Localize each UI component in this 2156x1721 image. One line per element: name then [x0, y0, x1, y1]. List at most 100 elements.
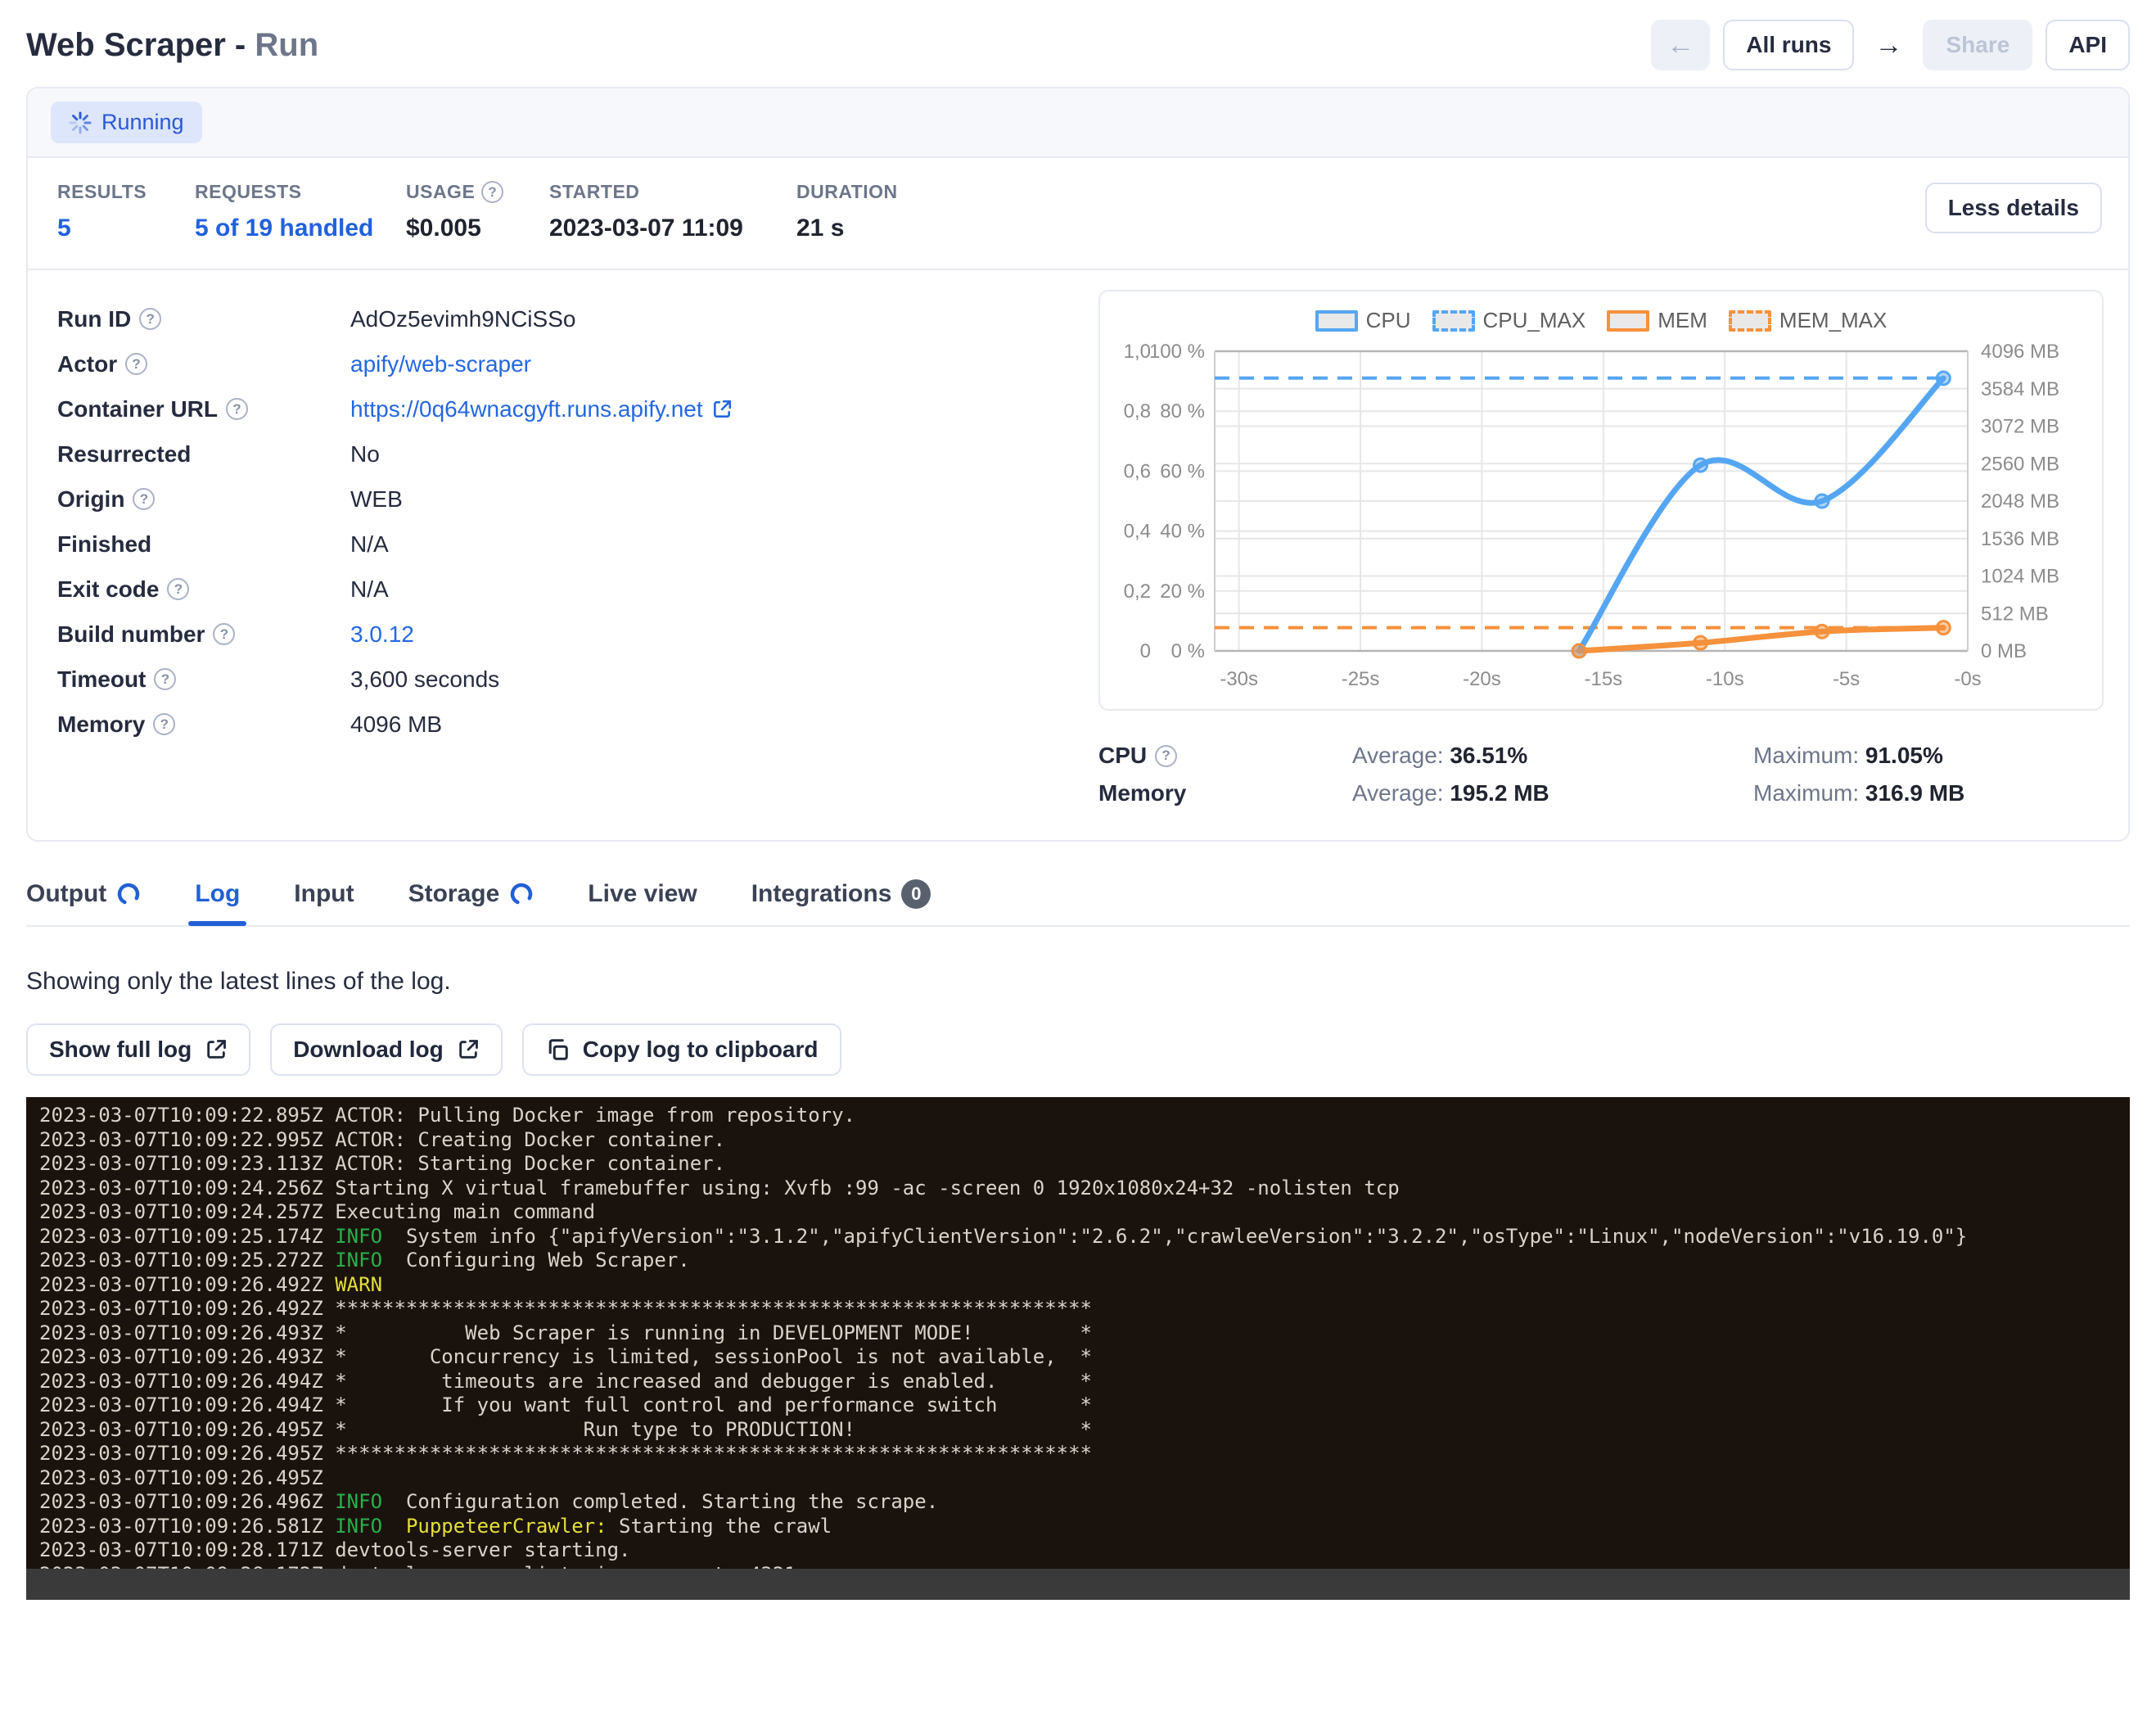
tab-live-view[interactable]: Live view: [588, 880, 697, 924]
help-icon[interactable]: ?: [167, 578, 189, 600]
svg-text:0,8: 0,8: [1124, 400, 1151, 422]
topbar-actions: ← All runs → Share API: [1651, 20, 2130, 70]
stat-label: USAGE?: [406, 181, 549, 203]
detail-label-text: Origin: [57, 486, 124, 513]
detail-value-link[interactable]: apify/web-scraper: [350, 351, 531, 377]
help-icon[interactable]: ?: [125, 353, 147, 375]
detail-value-link[interactable]: https://0q64wnacgyft.runs.apify.net: [350, 396, 703, 422]
svg-text:-30s: -30s: [1220, 668, 1258, 690]
download-log-button[interactable]: Download log: [270, 1023, 503, 1076]
legend-label: CPU_MAX: [1483, 308, 1586, 333]
legend-label: CPU: [1366, 308, 1411, 333]
detail-value-text: 4096 MB: [350, 711, 442, 738]
less-details-label: Less details: [1948, 195, 2079, 221]
log-timestamp: 2023-03-07T10:09:24.257Z: [39, 1200, 335, 1223]
log-line: 2023-03-07T10:09:26.494Z * If you want f…: [39, 1394, 2130, 1418]
detail-label-text: Finished: [57, 531, 151, 558]
help-icon[interactable]: ?: [133, 488, 155, 510]
maximum-value: 316.9 MB: [1865, 780, 1964, 806]
tab-log[interactable]: Log: [195, 880, 240, 924]
legend-item-cpu[interactable]: CPU: [1315, 308, 1411, 333]
log-line: 2023-03-07T10:09:26.495Z ***************…: [39, 1442, 2130, 1466]
log-terminal[interactable]: 2023-03-07T10:09:22.895Z ACTOR: Pulling …: [26, 1097, 2130, 1600]
stat-started: STARTED2023-03-07 11:09: [549, 181, 796, 242]
detail-row: Build number?3.0.12: [57, 612, 1062, 657]
stat-requests: REQUESTS5 of 19 handled: [195, 181, 406, 242]
stat-value: 21 s: [796, 215, 960, 242]
arrow-left-icon: ←: [1667, 31, 1694, 59]
legend-item-mem_max[interactable]: MEM_MAX: [1729, 308, 1887, 333]
log-note: Showing only the latest lines of the log…: [26, 968, 2130, 996]
log-line: 2023-03-07T10:09:26.581Z INFO PuppeteerC…: [39, 1515, 2130, 1539]
log-timestamp: 2023-03-07T10:09:28.171Z: [39, 1538, 335, 1561]
tab-label: Log: [195, 880, 240, 908]
horizontal-scrollbar[interactable]: [26, 1569, 2130, 1600]
log-level: WARN: [335, 1273, 382, 1296]
previous-run-button[interactable]: ←: [1651, 20, 1710, 70]
detail-row: Actor?apify/web-scraper: [57, 341, 1062, 386]
tab-input[interactable]: Input: [294, 880, 354, 924]
show-full-log-button[interactable]: Show full log: [26, 1023, 250, 1076]
tab-label: Live view: [588, 880, 697, 908]
copy-log-button[interactable]: Copy log to clipboard: [522, 1023, 841, 1076]
help-icon[interactable]: ?: [213, 623, 235, 645]
detail-label-text: Run ID: [57, 306, 131, 332]
tab-integrations[interactable]: Integrations0: [751, 879, 931, 925]
svg-text:3584 MB: 3584 MB: [1981, 378, 2059, 400]
page-title: Web Scraper - Run: [26, 27, 318, 64]
topbar: Web Scraper - Run ← All runs → Share API: [0, 0, 2156, 85]
all-runs-button[interactable]: All runs: [1723, 20, 1854, 70]
legend-label: MEM: [1658, 308, 1707, 333]
help-icon[interactable]: ?: [139, 308, 161, 330]
detail-value: N/A: [350, 531, 389, 558]
tab-label: Input: [294, 880, 354, 908]
detail-label-text: Resurrected: [57, 441, 191, 468]
log-line: 2023-03-07T10:09:26.496Z INFO Configurat…: [39, 1490, 2130, 1515]
spinner-icon: [69, 111, 92, 134]
tab-storage[interactable]: Storage: [408, 880, 534, 924]
spinner-icon: [509, 882, 534, 906]
detail-row: Container URL?https://0q64wnacgyft.runs.…: [57, 386, 1062, 431]
tab-output[interactable]: Output: [26, 880, 141, 924]
help-icon[interactable]: ?: [1155, 745, 1177, 767]
log-level: INFO: [335, 1515, 382, 1538]
download-log-label: Download log: [293, 1037, 444, 1063]
help-icon[interactable]: ?: [481, 181, 503, 203]
log-timestamp: 2023-03-07T10:09:26.493Z: [39, 1321, 335, 1344]
stats-row: RESULTS5REQUESTS5 of 19 handledUSAGE?$0.…: [28, 158, 2128, 270]
legend-item-mem[interactable]: MEM: [1607, 308, 1707, 333]
maximum-value: 91.05%: [1865, 743, 1943, 768]
stat-duration: DURATION21 s: [796, 181, 960, 242]
svg-text:-10s: -10s: [1706, 668, 1744, 690]
log-timestamp: 2023-03-07T10:09:26.494Z: [39, 1394, 335, 1416]
legend-item-cpu_max[interactable]: CPU_MAX: [1432, 308, 1586, 333]
usage-summary-row-memory: MemoryAverage: 195.2 MBMaximum: 316.9 MB: [1098, 775, 2104, 812]
help-icon[interactable]: ?: [154, 668, 176, 690]
usage-metric-label: CPU: [1098, 743, 1147, 769]
log-timestamp: 2023-03-07T10:09:26.496Z: [39, 1490, 335, 1513]
average-value: 36.51%: [1450, 743, 1527, 768]
help-icon[interactable]: ?: [153, 713, 175, 735]
average-label: Average:: [1352, 780, 1444, 806]
stat-label: STARTED: [549, 181, 796, 203]
legend-label: MEM_MAX: [1779, 308, 1887, 333]
share-button[interactable]: Share: [1923, 20, 2032, 70]
copy-icon: [545, 1037, 570, 1062]
details-list: Run ID?AdOz5evimh9NCiSSoActor?apify/web-…: [57, 290, 1062, 812]
tab-label: Storage: [408, 880, 500, 908]
legend-swatch-icon: [1315, 310, 1358, 332]
detail-label: Finished: [57, 531, 350, 558]
legend-swatch-icon: [1729, 310, 1771, 332]
next-run-button[interactable]: →: [1867, 20, 1910, 70]
stat-value[interactable]: 5 of 19 handled: [195, 215, 406, 242]
detail-value-text: 3,600 seconds: [350, 666, 499, 693]
help-icon[interactable]: ?: [226, 398, 248, 420]
detail-value-text: No: [350, 441, 380, 468]
api-button[interactable]: API: [2045, 20, 2130, 70]
stat-value[interactable]: 5: [57, 215, 195, 242]
less-details-button[interactable]: Less details: [1925, 183, 2102, 233]
svg-text:80 %: 80 %: [1160, 400, 1205, 422]
detail-value-link[interactable]: 3.0.12: [350, 621, 414, 648]
detail-label: Build number?: [57, 621, 350, 648]
legend-swatch-icon: [1607, 310, 1649, 332]
